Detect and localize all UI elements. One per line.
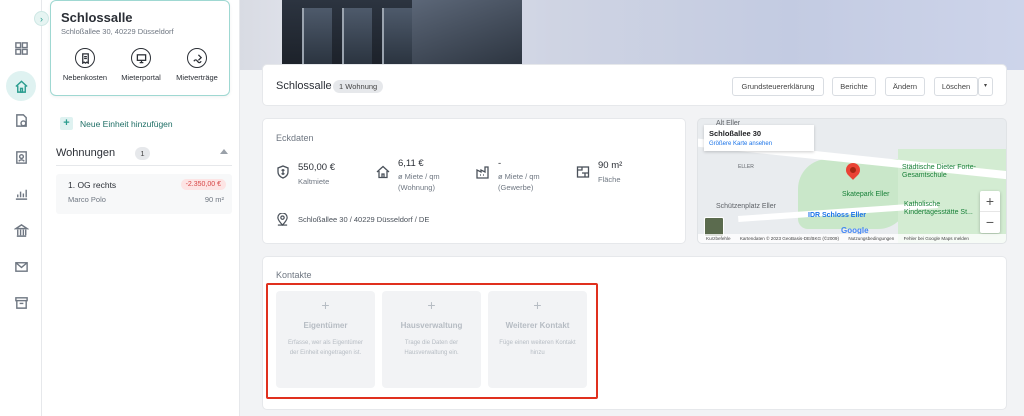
caret-down-icon[interactable]: ▾ [978, 77, 993, 96]
property-sidebar: › Schlossalle Schloßallee 30, 40229 Düss… [34, 0, 240, 416]
unit-name: 1. OG rechts [68, 180, 117, 190]
unit-area: 90 m² [204, 195, 224, 204]
contact-type-title: Eigentümer [303, 321, 348, 330]
map-poi: Schützenplatz Eller [716, 203, 776, 210]
plus-icon: + [427, 297, 436, 313]
zoom-controls: + − [980, 191, 1000, 233]
zoom-in-button[interactable]: + [980, 191, 1000, 212]
unit-count-badge: 1 Wohnung [333, 80, 384, 93]
dashboard-icon[interactable] [6, 33, 36, 63]
units-header[interactable]: Wohnungen 1 [56, 144, 232, 166]
kontakte-card: Kontakte + Eigentümer Erfasse, wer als E… [262, 256, 1007, 410]
report-error-link[interactable]: Fehler bei Google Maps melden [904, 236, 969, 241]
metric-value: 550,00 € [298, 162, 335, 173]
terms-link[interactable]: Nutzungsbedingungen [848, 236, 894, 241]
zoom-out-button[interactable]: − [980, 212, 1000, 233]
reports-button[interactable]: Berichte [832, 77, 876, 96]
page-title: Schlossalle [276, 80, 332, 92]
property-hero-image [240, 0, 1024, 70]
property-full-address: Schloßallee 30 / 40229 Düsseldorf / DE [276, 213, 429, 226]
property-card[interactable]: Schlossalle Schloßallee 30, 40229 Düssel… [50, 0, 230, 96]
shortcuts-link[interactable]: Kurzbefehle [706, 236, 731, 241]
unit-list-item[interactable]: 1. OG rechts -2.350,00 € Marco Polo 90 m… [56, 174, 232, 214]
larger-map-link[interactable]: Größere Karte ansehen [709, 141, 772, 147]
quick-action-mieterportal[interactable]: Mieterportal [113, 48, 169, 82]
contact-type-title: Weiterer Kontakt [505, 321, 570, 330]
icon-rail [0, 0, 42, 416]
map-label: ELLER [738, 164, 754, 170]
map-poi: Städtische Dieter Forte-Gesamtschule [902, 164, 976, 179]
contact-type-desc: Erfasse, wer als Eigentümer der Einheit … [287, 340, 364, 356]
home-icon[interactable] [6, 71, 36, 101]
add-other-contact[interactable]: + Weiterer Kontakt Füge einen weiteren K… [488, 291, 587, 388]
document-money-icon[interactable] [6, 105, 36, 135]
property-header-card: Schlossalle 1 Wohnung Grundsteuererkläru… [262, 64, 1007, 106]
add-unit-button[interactable]: + Neue Einheit hinzufügen [60, 117, 173, 130]
receipt-icon [75, 48, 95, 68]
map-poi: Katholische Kindertagesstätte St... [904, 201, 973, 216]
map-info-box: Schloßallee 30 Größere Karte ansehen [704, 125, 814, 151]
address-text: Schloßallee 30 / 40229 Düsseldorf / DE [298, 215, 430, 224]
plus-icon: + [60, 117, 73, 130]
metric-label: Fläche [598, 175, 621, 184]
grundsteuer-button[interactable]: Grundsteuererklärung [732, 77, 824, 96]
unit-balance-badge: -2.350,00 € [180, 179, 226, 190]
archive-icon[interactable] [6, 287, 36, 317]
plus-icon: + [321, 297, 330, 313]
factory-icon [476, 166, 489, 179]
monitor-icon [131, 48, 151, 68]
contract-icon [187, 48, 207, 68]
collapse-caret-icon[interactable] [220, 149, 228, 154]
area-icon [576, 166, 590, 178]
map-place-name: Schloßallee 30 [709, 129, 762, 138]
metric-label: ø Miete / qm (Wohnung) [398, 172, 440, 192]
add-unit-label: Neue Einheit hinzufügen [80, 118, 173, 129]
money-shield-icon [277, 165, 289, 179]
map-pin-icon [277, 213, 288, 226]
building-photo [282, 0, 522, 70]
quick-action-label: Nebenkosten [62, 73, 108, 82]
units-count-badge: 1 [135, 147, 150, 160]
delete-button[interactable]: Löschen [934, 77, 978, 96]
property-address: Schloßallee 30, 40229 Düsseldorf [61, 27, 174, 36]
location-map[interactable]: Alt Eller ELLER Städtische Dieter Forte-… [697, 118, 1007, 244]
quick-action-mietvertraege[interactable]: Mietverträge [169, 48, 225, 82]
quick-action-label: Mieterportal [121, 73, 161, 82]
mail-icon[interactable] [6, 251, 36, 281]
map-poi: Skatepark Eller [842, 191, 890, 198]
collapse-chevron-icon[interactable]: › [34, 11, 49, 26]
contact-type-title: Hausverwaltung [400, 321, 463, 330]
section-title: Kontakte [276, 270, 312, 280]
bar-chart-icon[interactable] [6, 178, 36, 208]
map-attribution: Kurzbefehle Kartendaten © 2023 GeoBasis-… [698, 234, 1006, 243]
quick-action-nebenkosten[interactable]: Nebenkosten [57, 48, 113, 82]
metric-value: 90 m² [598, 160, 623, 171]
metric-value: - [498, 158, 502, 169]
metric-label: ø Miete / qm (Gewerbe) [498, 172, 540, 192]
unit-tenant: Marco Polo [68, 195, 106, 204]
units-title: Wohnungen [56, 147, 116, 159]
contact-type-desc: Füge einen weiteren Kontakt hinzu [499, 340, 576, 356]
map-poi: IDR Schloss Eller [808, 212, 866, 219]
edit-button[interactable]: Ändern [885, 77, 925, 96]
metric-label: Kaltmiete [298, 177, 330, 186]
eckdaten-card: Eckdaten 550,00 € Kaltmiete 6,11 € ø Mie… [262, 118, 686, 244]
bank-icon[interactable] [6, 215, 36, 245]
quick-action-label: Mietverträge [176, 73, 218, 82]
house-icon [376, 165, 390, 179]
section-title: Eckdaten [276, 133, 314, 143]
plus-icon: + [533, 297, 542, 313]
property-name: Schlossalle [61, 10, 133, 25]
metric-value: 6,11 € [398, 158, 424, 169]
map-data-text: Kartendaten © 2023 GeoBasis-DE/BKG (©200… [739, 236, 840, 241]
contact-type-desc: Trage die Daten der Hausverwaltung ein. [404, 340, 459, 356]
add-owner-contact[interactable]: + Eigentümer Erfasse, wer als Eigentümer… [276, 291, 375, 388]
tenant-card-icon[interactable] [6, 142, 36, 172]
add-property-manager-contact[interactable]: + Hausverwaltung Trage die Daten der Hau… [382, 291, 481, 388]
